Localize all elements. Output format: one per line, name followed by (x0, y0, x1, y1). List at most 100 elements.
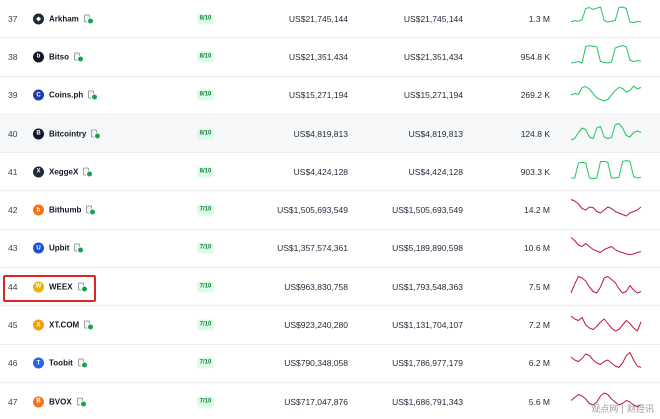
visits-cell: 7.5 M (528, 281, 550, 292)
trust-score-badge: 8/10 (197, 166, 214, 178)
rank-cell: 42 (8, 205, 18, 216)
exchange-name-link[interactable]: XT.COM (49, 321, 79, 330)
exchange-name-link[interactable]: Toobit (49, 359, 73, 368)
verified-doc-icon (74, 243, 85, 254)
verified-doc-icon (74, 52, 84, 63)
sparkline-chart (570, 199, 642, 217)
verified-doc-icon (84, 320, 95, 331)
volume-reported-cell: US$1,131,704,107 (392, 320, 463, 331)
volume-reported-cell: US$1,686,791,343 (392, 396, 463, 407)
volume-reported-cell: US$4,819,813 (408, 128, 463, 139)
volume-normalized-cell: US$4,819,813 (293, 128, 348, 139)
table-row[interactable]: 41 X XeggeX 8/10 US$4,424,128 US$4,424,128 903… (0, 153, 660, 192)
volume-normalized-cell: US$21,351,434 (288, 51, 348, 62)
exchange-name-link[interactable]: Arkham (49, 14, 79, 23)
watermark: 观点网 | 财经讯 (591, 405, 654, 415)
exchange-name-link[interactable]: Upbit (49, 244, 69, 253)
sparkline-chart (570, 122, 642, 140)
visits-cell: 903.3 K (520, 166, 550, 177)
sparkline-path (570, 85, 642, 102)
exchange-name-link[interactable]: Bithumb (49, 206, 81, 215)
table-row[interactable]: 45 X XT.COM 7/10 US$923,240,280 US$1,131,704,… (0, 306, 660, 345)
bvox-logo-icon: B (33, 396, 44, 408)
volume-normalized-cell: US$15,271,194 (288, 90, 348, 101)
visits-cell: 1.3 M (528, 13, 550, 24)
rank-cell: 37 (8, 13, 18, 24)
table-row[interactable]: 39 C Coins.ph 8/10 US$15,271,194 US$15,271,19… (0, 77, 660, 115)
trust-score-badge: 7/10 (197, 281, 214, 293)
table-row[interactable]: 42 b Bithumb 7/10 US$1,505,693,549 US$1,505,6… (0, 192, 660, 230)
exchange-name-cell[interactable]: U Upbit (33, 242, 85, 254)
table-row[interactable]: 43 U Upbit 7/10 US$1,357,574,361 US$5,189,890… (0, 230, 660, 269)
sparkline-path (570, 199, 642, 217)
volume-normalized-cell: US$1,357,574,361 (277, 243, 348, 254)
verified-doc-icon (88, 90, 99, 101)
exchange-name-link[interactable]: Coins.ph (49, 91, 83, 100)
volume-normalized-cell: US$1,505,693,549 (277, 205, 348, 216)
rank-cell: 39 (8, 90, 18, 101)
volume-reported-cell: US$1,505,693,549 (392, 205, 463, 216)
exchange-name-cell[interactable]: T Toobit (33, 357, 88, 369)
table-row[interactable]: 44 W WEEX 7/10 US$963,830,758 US$1,793,548,36… (0, 268, 660, 307)
rank-cell: 43 (8, 243, 18, 254)
verified-doc-icon (83, 167, 94, 178)
exchange-name-cell[interactable]: C Coins.ph (33, 89, 99, 101)
rank-cell: 40 (8, 128, 18, 139)
table-row[interactable]: 38 b Bitso 8/10 US$21,351,434 US$21,351,434 95… (0, 38, 660, 77)
exchange-name-cell[interactable]: X XeggeX (33, 166, 94, 178)
xtcom-logo-icon: X (33, 319, 44, 331)
volume-normalized-cell: US$790,348,058 (284, 358, 348, 369)
visits-cell: 10.6 M (524, 243, 550, 254)
volume-normalized-cell: US$923,240,280 (284, 320, 348, 331)
visits-cell: 954.8 K (520, 51, 550, 62)
table-row[interactable]: 40 B Bitcointry 8/10 US$4,819,813 US$4,819,81… (0, 114, 660, 154)
sparkline-chart (570, 85, 642, 102)
sparkline-chart (570, 45, 642, 64)
sparkline-chart (570, 315, 642, 332)
exchange-name-cell[interactable]: b Bitso (33, 51, 84, 63)
trust-score-badge: 7/10 (197, 242, 214, 254)
table-row[interactable]: 37 ◆ Arkham 8/10 US$21,745,144 US$21,745,144 1… (0, 0, 660, 39)
exchange-name-cell[interactable]: B Bitcointry (33, 128, 102, 140)
visits-cell: 6.2 M (528, 358, 550, 369)
volume-reported-cell: US$1,793,548,363 (392, 281, 463, 292)
visits-cell: 269.2 K (520, 90, 550, 101)
volume-reported-cell: US$5,189,890,598 (392, 243, 463, 254)
volume-reported-cell: US$15,271,194 (403, 90, 463, 101)
toobit-logo-icon: T (33, 357, 44, 369)
rank-cell: 45 (8, 320, 18, 331)
trust-score-badge: 7/10 (197, 357, 214, 369)
exchange-name-link[interactable]: BVOX (49, 397, 72, 406)
sparkline-chart (570, 6, 642, 23)
trust-score-badge: 7/10 (197, 319, 214, 331)
sparkline-path (570, 45, 642, 64)
volume-reported-cell: US$1,786,977,179 (392, 358, 463, 369)
volume-normalized-cell: US$963,830,758 (284, 281, 348, 292)
trust-score-badge: 8/10 (197, 128, 214, 140)
exchange-name-cell[interactable]: B BVOX (33, 396, 87, 408)
verified-doc-icon (76, 397, 87, 408)
exchange-name-cell[interactable]: X XT.COM (33, 319, 95, 331)
coinsph-logo-icon: C (33, 89, 44, 101)
volume-reported-cell: US$21,351,434 (403, 51, 463, 62)
table-row[interactable]: 47 B BVOX 7/10 US$717,047,876 US$1,686,791,34… (0, 383, 660, 419)
rank-cell: 38 (8, 51, 18, 62)
sparkline-path (570, 315, 642, 332)
exchange-name-link[interactable]: Bitso (49, 52, 69, 61)
exchange-name-link[interactable]: XeggeX (49, 167, 78, 176)
exchange-name-link[interactable]: Bitcointry (49, 129, 86, 138)
verified-doc-icon (86, 205, 97, 216)
volume-normalized-cell: US$717,047,876 (284, 396, 348, 407)
arkham-logo-icon: ◆ (33, 13, 44, 25)
exchange-name-cell[interactable]: ◆ Arkham (33, 13, 94, 25)
bitso-logo-icon: b (33, 51, 44, 63)
exchange-ranking-table: 37 ◆ Arkham 8/10 US$21,745,144 US$21,745,144 1… (0, 0, 660, 419)
sparkline-path (570, 237, 642, 256)
trust-score-badge: 8/10 (197, 51, 214, 63)
volume-reported-cell: US$21,745,144 (403, 13, 463, 24)
table-row[interactable]: 46 T Toobit 7/10 US$790,348,058 US$1,786,977,… (0, 345, 660, 383)
visits-cell: 5.6 M (528, 396, 550, 407)
weex-highlight-box (3, 275, 96, 302)
rank-cell: 47 (8, 396, 18, 407)
exchange-name-cell[interactable]: b Bithumb (33, 204, 97, 216)
